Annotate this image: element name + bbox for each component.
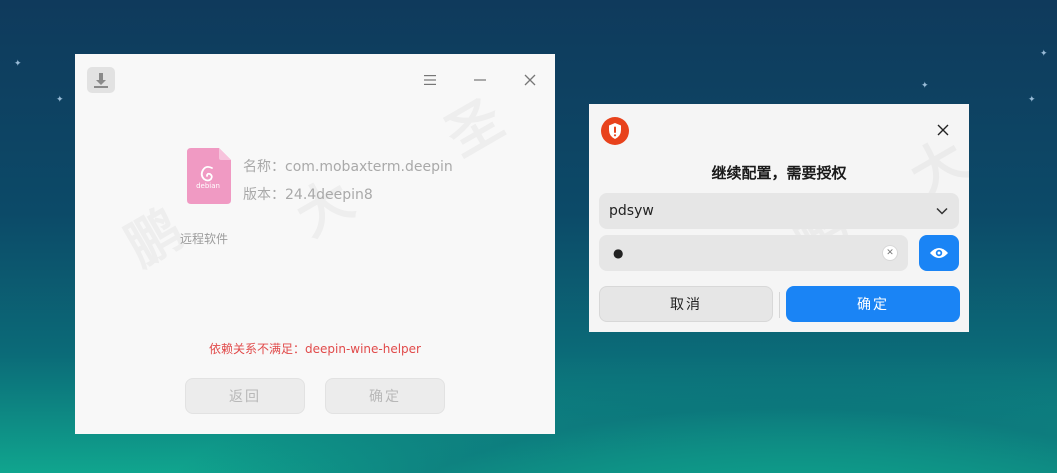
background-star: ✦ bbox=[1028, 95, 1036, 105]
package-category: 远程软件 bbox=[180, 232, 229, 246]
installer-app-icon bbox=[87, 67, 115, 93]
password-value: ● bbox=[613, 246, 624, 260]
dialog-close-button[interactable] bbox=[931, 118, 955, 142]
debian-package-icon: debian bbox=[185, 148, 233, 204]
confirm-install-button[interactable]: 确定 bbox=[325, 378, 445, 414]
package-version-line: 版本：24.4deepin8 bbox=[243, 184, 373, 204]
button-divider bbox=[779, 292, 780, 318]
eye-icon bbox=[930, 248, 948, 258]
close-icon bbox=[937, 124, 949, 136]
cancel-button[interactable]: 取消 bbox=[599, 286, 773, 322]
package-version: 24.4deepin8 bbox=[285, 187, 373, 203]
package-name-label: 名称： bbox=[243, 159, 285, 175]
package-icon-label: debian bbox=[196, 182, 220, 190]
shield-icon bbox=[601, 117, 629, 145]
background-star: ✦ bbox=[921, 81, 929, 91]
password-input[interactable]: ● ✕ bbox=[599, 235, 908, 271]
background-star: ✦ bbox=[14, 59, 22, 69]
package-version-label: 版本： bbox=[243, 187, 285, 203]
background-star: ✦ bbox=[1040, 49, 1048, 59]
package-installer-window: 鹏 大 圣 debian 名称：com.mobaxterm.d bbox=[75, 54, 555, 434]
package-name: com.mobaxterm.deepin bbox=[285, 159, 453, 175]
close-icon bbox=[524, 74, 536, 86]
dependency-error-message: 依赖关系不满足：deepin-wine-helper bbox=[209, 342, 421, 356]
menu-icon bbox=[424, 75, 436, 85]
menu-button[interactable] bbox=[418, 68, 442, 92]
username-value: pdsyw bbox=[609, 203, 654, 219]
clear-icon: ✕ bbox=[886, 248, 894, 258]
close-button[interactable] bbox=[518, 68, 542, 92]
minimize-button[interactable] bbox=[468, 68, 492, 92]
username-select[interactable]: pdsyw bbox=[599, 193, 959, 229]
background-star: ✦ bbox=[56, 95, 64, 105]
confirm-auth-button[interactable]: 确定 bbox=[786, 286, 960, 322]
package-name-line: 名称：com.mobaxterm.deepin bbox=[243, 156, 453, 176]
dialog-title: 继续配置，需要授权 bbox=[711, 164, 847, 182]
clear-password-button[interactable]: ✕ bbox=[882, 245, 898, 261]
toggle-password-visibility-button[interactable] bbox=[919, 235, 959, 271]
minimize-icon bbox=[474, 79, 486, 81]
chevron-down-icon bbox=[936, 207, 948, 215]
back-button[interactable]: 返回 bbox=[185, 378, 305, 414]
authentication-dialog: 鹏 大 继续配置，需要授权 pdsyw ● ✕ 取消 确定 bbox=[589, 104, 969, 332]
